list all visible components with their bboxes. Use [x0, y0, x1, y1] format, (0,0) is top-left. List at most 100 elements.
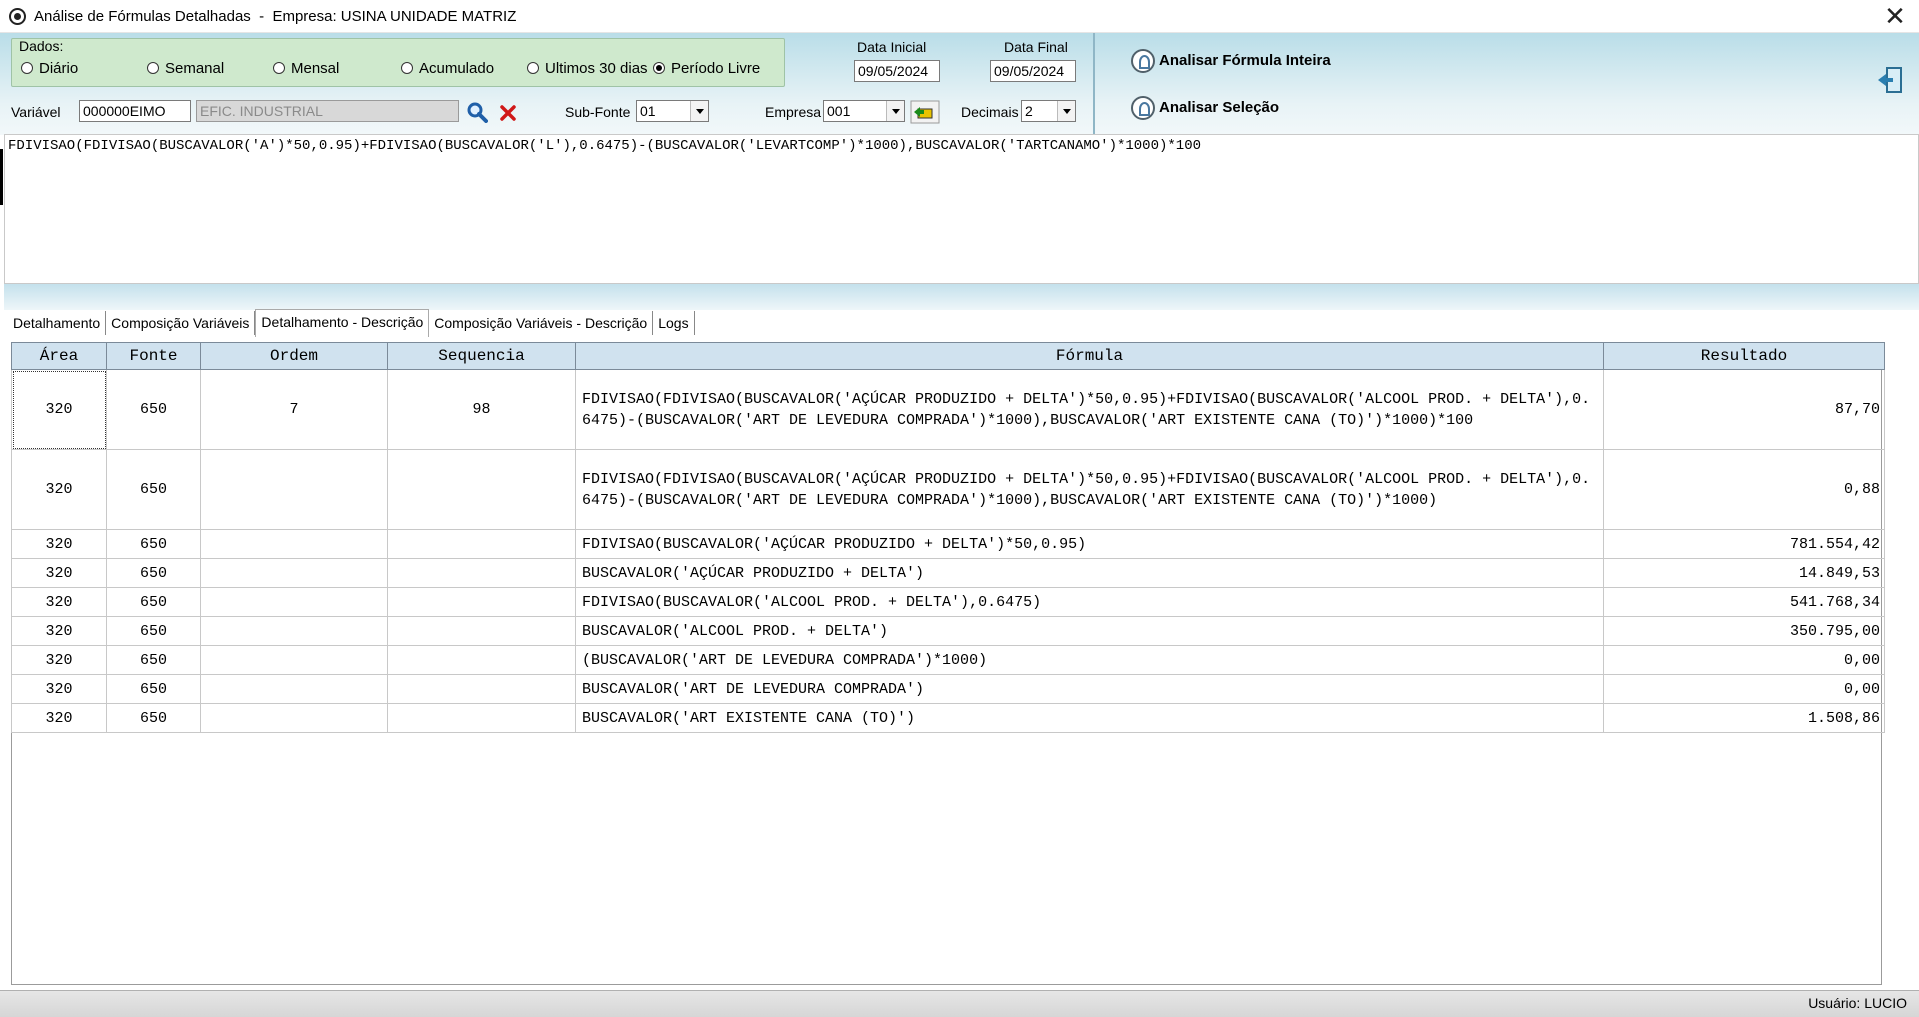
cell-resultado[interactable]: 541.768,34 [1603, 587, 1885, 617]
cell-fonte[interactable]: 650 [106, 449, 201, 530]
cell-area[interactable]: 320 [11, 558, 107, 588]
subfonte-value: 01 [640, 103, 656, 119]
cell-fonte[interactable]: 650 [106, 645, 201, 675]
cell-resultado[interactable]: 0,88 [1603, 449, 1885, 530]
cell-sequencia[interactable] [387, 674, 576, 704]
cell-fonte[interactable]: 650 [106, 587, 201, 617]
radio-semanal[interactable]: Semanal [147, 60, 224, 77]
cell-area[interactable]: 320 [11, 616, 107, 646]
data-inicial-field[interactable]: 09/05/2024 [854, 60, 940, 82]
cell-formula[interactable]: FDIVISAO(FDIVISAO(BUSCAVALOR('AÇÚCAR PRO… [575, 369, 1604, 450]
cell-fonte[interactable]: 650 [106, 369, 201, 450]
subfonte-select[interactable]: 01 [636, 100, 709, 122]
cell-sequencia[interactable] [387, 703, 576, 733]
cell-formula[interactable]: BUSCAVALOR('ALCOOL PROD. + DELTA') [575, 616, 1604, 646]
tab-composicao-variaveis-descricao[interactable]: Composição Variáveis - Descrição [429, 311, 654, 335]
cell-formula[interactable]: BUSCAVALOR('ART EXISTENTE CANA (TO)') [575, 703, 1604, 733]
cell-formula[interactable]: (BUSCAVALOR('ART DE LEVEDURA COMPRADA')*… [575, 645, 1604, 675]
table-row[interactable]: 320 650 (BUSCAVALOR('ART DE LEVEDURA COM… [11, 645, 1885, 675]
column-header-resultado[interactable]: Resultado [1603, 342, 1885, 370]
cell-fonte[interactable]: 650 [106, 703, 201, 733]
formula-textarea[interactable] [4, 134, 1919, 284]
table-row[interactable]: 320 650 FDIVISAO(BUSCAVALOR('ALCOOL PROD… [11, 587, 1885, 617]
radio-dot [401, 62, 413, 74]
cell-ordem[interactable] [200, 703, 388, 733]
cell-ordem[interactable]: 7 [200, 369, 388, 450]
cell-sequencia[interactable] [387, 587, 576, 617]
tab-logs[interactable]: Logs [653, 311, 695, 335]
column-header-ordem[interactable]: Ordem [200, 342, 388, 370]
tab-composicao-variaveis[interactable]: Composição Variáveis [106, 311, 256, 335]
cell-sequencia[interactable] [387, 529, 576, 559]
splitter-bar[interactable] [4, 284, 1919, 310]
table-row[interactable]: 320 650 BUSCAVALOR('AÇÚCAR PRODUZIDO + D… [11, 558, 1885, 588]
cell-sequencia[interactable] [387, 616, 576, 646]
radio-label: Período Livre [671, 60, 761, 77]
cell-ordem[interactable] [200, 645, 388, 675]
cell-ordem[interactable] [200, 616, 388, 646]
cell-ordem[interactable] [200, 558, 388, 588]
clear-icon[interactable] [499, 104, 517, 122]
table-row[interactable]: 320 650 FDIVISAO(BUSCAVALOR('AÇÚCAR PROD… [11, 529, 1885, 559]
cell-ordem[interactable] [200, 449, 388, 530]
close-button[interactable]: ✕ [1878, 3, 1912, 31]
data-final-field[interactable]: 09/05/2024 [990, 60, 1076, 82]
column-header-sequencia[interactable]: Sequencia [387, 342, 576, 370]
cell-sequencia[interactable] [387, 645, 576, 675]
table-row[interactable]: 320 650 BUSCAVALOR('ART EXISTENTE CANA (… [11, 703, 1885, 733]
empresa-lookup-icon[interactable] [910, 100, 940, 124]
radio-ultimos-30-dias[interactable]: Ultimos 30 dias [527, 60, 648, 77]
table-row[interactable]: 320 650 7 98 FDIVISAO(FDIVISAO(BUSCAVALO… [11, 369, 1885, 450]
cell-fonte[interactable]: 650 [106, 674, 201, 704]
cell-area[interactable]: 320 [11, 449, 107, 530]
cell-ordem[interactable] [200, 529, 388, 559]
cell-area[interactable]: 320 [11, 369, 107, 450]
column-header-area[interactable]: Área [11, 342, 107, 370]
table-row[interactable]: 320 650 BUSCAVALOR('ALCOOL PROD. + DELTA… [11, 616, 1885, 646]
search-icon[interactable] [466, 101, 488, 123]
column-header-fonte[interactable]: Fonte [106, 342, 201, 370]
cell-fonte[interactable]: 650 [106, 529, 201, 559]
cell-ordem[interactable] [200, 587, 388, 617]
analisar-selecao-button[interactable]: Analisar Seleção [1131, 96, 1279, 120]
tab-detalhamento-descricao[interactable]: Detalhamento - Descrição [255, 309, 430, 337]
cell-area[interactable]: 320 [11, 674, 107, 704]
cell-resultado[interactable]: 0,00 [1603, 674, 1885, 704]
cell-formula[interactable]: FDIVISAO(BUSCAVALOR('ALCOOL PROD. + DELT… [575, 587, 1604, 617]
cell-resultado[interactable]: 87,70 [1603, 369, 1885, 450]
cell-formula[interactable]: BUSCAVALOR('AÇÚCAR PRODUZIDO + DELTA') [575, 558, 1604, 588]
radio-acumulado[interactable]: Acumulado [401, 60, 494, 77]
variavel-code-field[interactable]: 000000EIMO [79, 100, 191, 122]
decimais-select[interactable]: 2 [1021, 100, 1076, 122]
radio-periodo-livre[interactable]: Período Livre [653, 60, 760, 77]
cell-formula[interactable]: BUSCAVALOR('ART DE LEVEDURA COMPRADA') [575, 674, 1604, 704]
table-row[interactable]: 320 650 BUSCAVALOR('ART DE LEVEDURA COMP… [11, 674, 1885, 704]
cell-area[interactable]: 320 [11, 645, 107, 675]
cell-area[interactable]: 320 [11, 587, 107, 617]
cell-sequencia[interactable] [387, 558, 576, 588]
cell-area[interactable]: 320 [11, 703, 107, 733]
cell-area[interactable]: 320 [11, 529, 107, 559]
tab-detalhamento[interactable]: Detalhamento [8, 311, 107, 335]
cell-resultado[interactable]: 781.554,42 [1603, 529, 1885, 559]
radio-diario[interactable]: Diário [21, 60, 78, 77]
cell-formula[interactable]: FDIVISAO(BUSCAVALOR('AÇÚCAR PRODUZIDO + … [575, 529, 1604, 559]
variavel-description-field: EFIC. INDUSTRIAL [196, 100, 459, 122]
cell-ordem[interactable] [200, 674, 388, 704]
table-row[interactable]: 320 650 FDIVISAO(FDIVISAO(BUSCAVALOR('AÇ… [11, 449, 1885, 530]
analisar-formula-inteira-button[interactable]: Analisar Fórmula Inteira [1131, 49, 1331, 73]
column-header-formula[interactable]: Fórmula [575, 342, 1604, 370]
cell-resultado[interactable]: 0,00 [1603, 645, 1885, 675]
cell-resultado[interactable]: 14.849,53 [1603, 558, 1885, 588]
cell-formula[interactable]: FDIVISAO(FDIVISAO(BUSCAVALOR('AÇÚCAR PRO… [575, 449, 1604, 530]
radio-mensal[interactable]: Mensal [273, 60, 339, 77]
radio-label: Diário [39, 60, 79, 77]
cell-resultado[interactable]: 1.508,86 [1603, 703, 1885, 733]
cell-sequencia[interactable] [387, 449, 576, 530]
empresa-select[interactable]: 001 [823, 100, 905, 122]
exit-icon[interactable] [1876, 66, 1904, 94]
cell-fonte[interactable]: 650 [106, 616, 201, 646]
cell-fonte[interactable]: 650 [106, 558, 201, 588]
cell-sequencia[interactable]: 98 [387, 369, 576, 450]
cell-resultado[interactable]: 350.795,00 [1603, 616, 1885, 646]
